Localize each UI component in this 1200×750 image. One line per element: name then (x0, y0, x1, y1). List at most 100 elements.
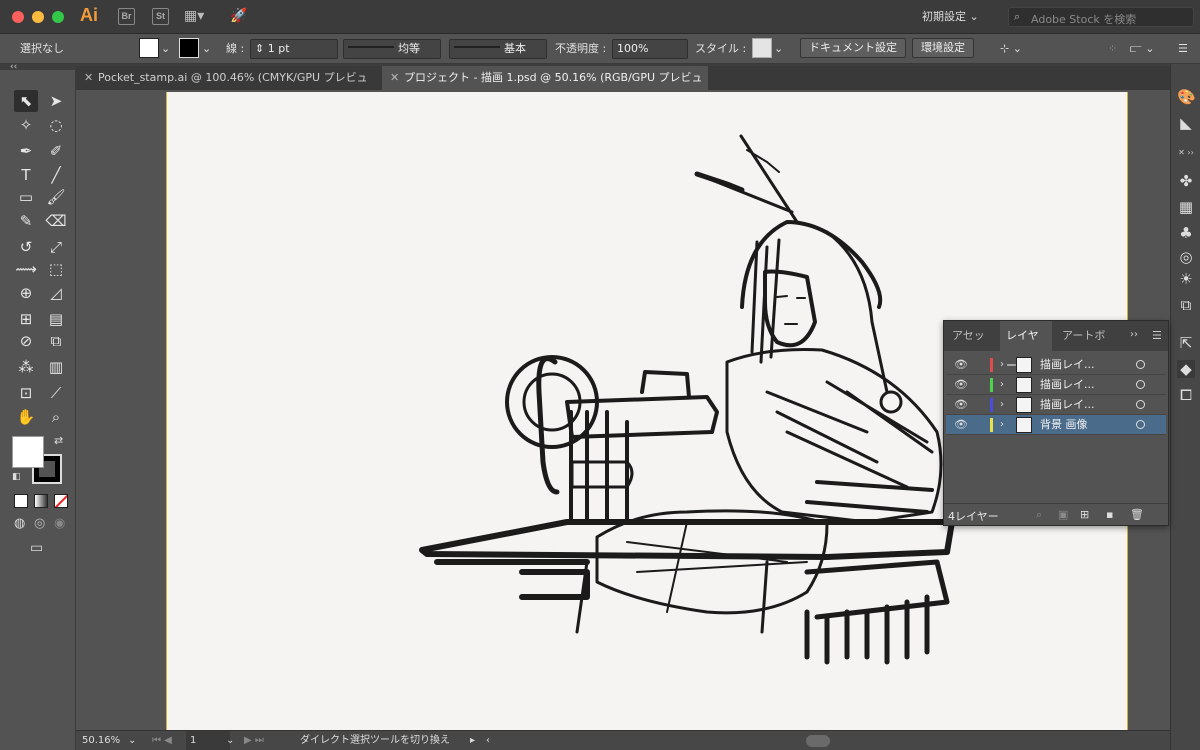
panel-menu-icon[interactable]: ☰ (1152, 329, 1162, 342)
transform-icon[interactable]: ⊹ ⌄ (1000, 34, 1022, 64)
close-tab-icon[interactable]: ✕ (390, 66, 399, 90)
eraser-tool-icon[interactable]: ⌫ (44, 210, 68, 232)
locate-object-icon[interactable]: ⌕ (1036, 508, 1042, 522)
screen-mode-icon[interactable]: ▭ (30, 540, 43, 556)
shaper-tool-icon[interactable]: ✎ (14, 210, 38, 232)
visibility-eye-icon[interactable]: 👁 (954, 355, 968, 375)
zoom-level[interactable]: 50.16% (82, 731, 120, 750)
target-circle-icon[interactable] (1136, 400, 1145, 409)
default-colors-icon[interactable]: ◧ (12, 472, 21, 482)
graphic-style-swatch[interactable] (752, 38, 772, 58)
slice-tool-icon[interactable]: ⟋ (44, 382, 68, 404)
pen-tool-icon[interactable]: ✒ (14, 140, 38, 162)
layer-name[interactable]: 描画レイ... (1040, 395, 1095, 415)
target-circle-icon[interactable] (1136, 420, 1145, 429)
lasso-tool-icon[interactable]: ◌ (44, 114, 68, 136)
brush-definition-select[interactable]: 基本 (449, 39, 547, 59)
bridge-button[interactable]: Br (118, 8, 135, 25)
new-sublayer-icon[interactable]: ⊞ (1080, 508, 1089, 521)
line-tool-icon[interactable]: ╱ (44, 164, 68, 186)
layer-name[interactable]: 背景 画像 (1040, 415, 1088, 435)
next-artboard-icon[interactable]: ▶ ⏭ (244, 731, 264, 750)
swatches-icon[interactable]: ▦ (1177, 198, 1195, 216)
column-graph-icon[interactable]: ▥ (44, 356, 68, 378)
appearance-icon[interactable]: ☀ (1177, 270, 1195, 288)
variable-width-profile-select[interactable]: 均等 (343, 39, 441, 59)
expand-chevron-icon[interactable]: › (1000, 355, 1004, 375)
rotate-tool-icon[interactable]: ↺ (14, 236, 38, 258)
layer-name[interactable]: 描画レイ... (1040, 375, 1095, 395)
zoom-dropdown-icon[interactable]: ⌄ (128, 731, 136, 750)
target-circle-icon[interactable] (1136, 380, 1145, 389)
stock-button[interactable]: St (152, 8, 169, 25)
direct-selection-tool-icon[interactable]: ➤ (44, 90, 68, 112)
artboard-dropdown-icon[interactable]: ⌄ (226, 731, 234, 750)
fill-color-box[interactable] (12, 436, 44, 468)
layer-row[interactable]: 👁 › 背景 画像 (946, 415, 1166, 435)
draw-behind-icon[interactable]: ◎ (34, 516, 45, 531)
layer-name[interactable]: 描画レイ... (1040, 355, 1095, 375)
blend-tool-icon[interactable]: ⧉ (44, 330, 68, 352)
arrange-documents-icon[interactable]: ▦▾ (184, 8, 204, 24)
workspace-switcher[interactable]: 初期設定 ⌄ (922, 8, 979, 24)
zoom-tool-icon[interactable]: ⌕ (44, 406, 68, 428)
color-mode-button[interactable] (14, 494, 28, 508)
minimize-window-button[interactable] (32, 11, 44, 23)
color-guide-icon[interactable]: ◣ (1177, 114, 1195, 132)
tab-artboards[interactable]: アートボー (1056, 321, 1116, 351)
expand-chevron-icon[interactable]: › (1000, 395, 1004, 415)
layer-row[interactable]: 👁 › 描画レイ... (946, 395, 1166, 415)
horizontal-scrollbar-thumb[interactable] (806, 735, 830, 747)
hand-tool-icon[interactable]: ✋ (14, 406, 38, 428)
swap-colors-icon[interactable]: ⇄ (54, 434, 63, 447)
transform-panel-icon[interactable]: ⧉ (1177, 296, 1195, 314)
shape-builder-icon[interactable]: ⊕ (14, 282, 38, 304)
color-palette-icon[interactable]: 🎨 (1177, 88, 1196, 106)
close-tab-icon[interactable]: ✕ (84, 66, 93, 90)
mesh-tool-icon[interactable]: ⊞ (14, 308, 38, 330)
opacity-field[interactable]: 100% (612, 39, 688, 59)
preferences-button[interactable]: 環境設定 (912, 38, 974, 58)
artboard-number-field[interactable]: 1 (186, 731, 230, 750)
draw-inside-icon[interactable]: ◉ (54, 516, 65, 531)
tab-layers[interactable]: レイヤー (1000, 321, 1052, 372)
scroll-left-icon[interactable]: ‹ (486, 731, 490, 750)
width-tool-icon[interactable]: ⟿ (14, 258, 38, 280)
isolate-icon[interactable]: ⫍ ⌄ (1130, 34, 1154, 64)
first-artboard-icon[interactable]: ⏮ ◀ (152, 731, 172, 750)
close-window-button[interactable] (12, 11, 24, 23)
document-setup-button[interactable]: ドキュメント設定 (800, 38, 906, 58)
brushes-icon[interactable]: ✤ (1177, 172, 1195, 190)
type-tool-icon[interactable]: T (14, 164, 38, 186)
align-icon[interactable]: ⁘ (1108, 34, 1117, 64)
visibility-eye-icon[interactable]: 👁 (954, 415, 968, 435)
symbols-icon[interactable]: ♣ (1177, 224, 1195, 242)
export-icon[interactable]: ⇱ (1177, 334, 1195, 352)
draw-normal-icon[interactable]: ◍ (14, 516, 25, 531)
dock-close-icon[interactable]: ✕ ›› (1171, 148, 1200, 158)
new-layer-icon[interactable]: ▪ (1106, 508, 1113, 521)
more-tabs-icon[interactable]: ›› (1130, 329, 1138, 340)
stroke-swatch[interactable] (179, 38, 199, 58)
tab-assets[interactable]: アセットの (946, 321, 1000, 351)
gradient-mode-button[interactable] (34, 494, 48, 508)
status-menu-icon[interactable]: ▸ (470, 731, 475, 750)
artboards-panel-icon[interactable]: ⧠ (1177, 386, 1195, 404)
gpu-performance-icon[interactable]: 🚀 (230, 8, 247, 24)
free-transform-icon[interactable]: ⬚ (44, 258, 68, 280)
expand-chevron-icon[interactable]: › (1000, 375, 1004, 395)
layer-row[interactable]: 👁 › 描画レイ... (946, 375, 1166, 395)
trash-icon[interactable]: 🗑 (1130, 508, 1144, 521)
make-clipping-mask-icon[interactable]: ▣ (1058, 508, 1068, 521)
expand-chevron-icon[interactable]: › (1000, 415, 1004, 435)
gradient-tool-icon[interactable]: ▤ (44, 308, 68, 330)
curvature-tool-icon[interactable]: ✐ (44, 140, 68, 162)
none-mode-button[interactable] (54, 494, 68, 508)
paintbrush-tool-icon[interactable]: 🖌 (44, 186, 68, 208)
perspective-grid-icon[interactable]: ◿ (44, 282, 68, 304)
magic-wand-icon[interactable]: ✧ (14, 114, 38, 136)
rectangle-tool-icon[interactable]: ▭ (14, 186, 38, 208)
fill-dropdown-icon[interactable]: ⌄ (161, 34, 170, 64)
control-menu-icon[interactable]: ☰ (1178, 34, 1188, 64)
symbol-sprayer-icon[interactable]: ⁂ (14, 356, 38, 378)
